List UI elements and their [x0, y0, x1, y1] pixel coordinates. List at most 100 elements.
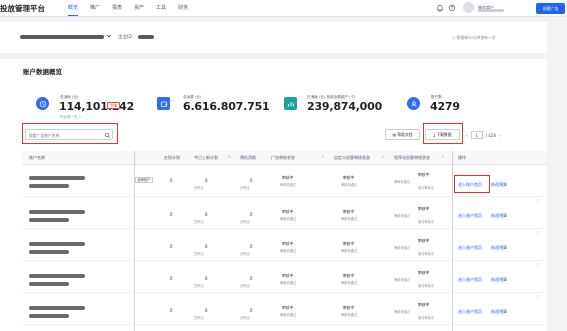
brand-logo-text: 投放管理平台 — [0, 4, 45, 13]
page-current-input[interactable]: 1 — [470, 131, 483, 139]
kpi-spend-badge: 下降 — [107, 102, 120, 109]
account-id-label: 企业ID: — [118, 35, 134, 40]
section-title: 账户数据概览 — [23, 68, 62, 76]
edit-budget-link[interactable]: 修改预算 — [491, 245, 507, 251]
cell-ad-status-sub: 审核未通过 — [280, 183, 296, 187]
cell-estimated-spend-sub: 日环比 — [240, 220, 250, 224]
cell-active-plans: 0 — [170, 308, 173, 313]
col-account-name[interactable]: 账户名称 — [29, 155, 45, 161]
nav-item-report[interactable]: 报表 — [112, 4, 122, 16]
kpi-balance-value: 6.616.807.751 — [183, 100, 270, 113]
cell-custom-status-sub: 审核未通过 — [341, 313, 357, 317]
cell-program-status-sub: 审核未通过 — [394, 246, 410, 250]
edit-budget-link[interactable]: 修改预算 — [491, 309, 507, 315]
info-icon[interactable]: ⓘ — [536, 295, 540, 300]
pagination: ‹ 1 / 428 › — [466, 131, 500, 139]
next-page-icon[interactable]: › — [499, 133, 501, 138]
wallet-icon — [157, 97, 170, 110]
cell-program-status: 审核中 — [418, 238, 430, 243]
account-id-redacted — [29, 218, 69, 222]
help-doc-button[interactable]: ▤ 帮助文档 — [385, 129, 420, 140]
sort-icon[interactable]: ⇅ — [228, 155, 231, 159]
edit-budget-link[interactable]: 修改预算 — [491, 277, 507, 283]
nav-item-assets[interactable]: 资产 — [134, 4, 144, 16]
main-nav: 概览 推广 报表 资产 工具 财务 — [68, 4, 188, 16]
download-highlight-box — [423, 123, 463, 144]
cell-program-status-sub2: 部分审核中 — [418, 284, 434, 288]
account-id-redacted — [29, 184, 69, 188]
nav-item-finance[interactable]: 财务 — [178, 4, 188, 16]
col-ad-review-status[interactable]: 广告审核状态 — [271, 155, 295, 161]
user-icon — [407, 97, 420, 110]
enter-account-link[interactable]: 进入账户首页 — [458, 309, 482, 315]
refresh-note: ◷ 数据每30分钟更新一次 — [452, 35, 496, 41]
cell-estimated-spend: 0 — [250, 212, 253, 217]
cell-estimated-spend: 0 — [250, 308, 253, 313]
filter-icon[interactable]: ▾ — [442, 155, 444, 159]
bell-icon[interactable] — [436, 4, 444, 12]
chevron-down-icon[interactable] — [106, 33, 112, 39]
cell-ad-status-sub: 审核未通过 — [280, 217, 296, 221]
create-ad-button[interactable]: 创建广告 — [536, 3, 565, 14]
cell-ad-status: 审核中 — [282, 175, 294, 180]
cell-active-plans: 0 — [170, 178, 173, 183]
col-custom-creative-review[interactable]: 自定义创意审核状态 — [334, 155, 370, 161]
nav-item-overview[interactable]: 概览 — [68, 4, 79, 16]
nav-item-tools[interactable]: 工具 — [156, 4, 166, 16]
account-tag: 品牌账户 — [135, 177, 153, 183]
cell-active-plans: 0 — [170, 276, 173, 281]
kpi-spend-value: 114,101.142 — [59, 100, 135, 113]
cell-estimated-spend: 0 — [250, 244, 253, 249]
info-icon[interactable]: ⓘ — [536, 199, 540, 204]
cell-custom-status: 审核中 — [343, 241, 355, 246]
account-name-redacted — [29, 274, 85, 278]
enter-account-link[interactable]: 进入账户首页 — [458, 213, 482, 219]
account-name-redacted — [29, 176, 85, 180]
cell-program-status-sub: 审核未通过 — [394, 180, 410, 184]
cell-ad-status-sub: 审核未通过 — [280, 281, 296, 285]
account-id-redacted — [29, 314, 69, 318]
cell-program-status-sub2: 部分审核中 — [418, 220, 434, 224]
col-estimated-spend[interactable]: 预估消耗 — [240, 155, 256, 161]
account-name-redacted — [29, 210, 85, 214]
account-name-redacted[interactable] — [20, 35, 104, 39]
account-id-redacted — [29, 250, 69, 254]
cell-program-status-sub2: 部分审核中 — [418, 252, 434, 256]
cell-ad-status: 审核中 — [282, 209, 294, 214]
cell-custom-status: 审核中 — [343, 209, 355, 214]
cell-active-plans: 0 — [170, 212, 173, 217]
cell-active-plans: 0 — [170, 244, 173, 249]
cell-custom-status: 审核中 — [343, 305, 355, 310]
cell-new-plans: 0 — [205, 276, 208, 281]
avatar[interactable] — [463, 2, 474, 13]
edit-budget-link[interactable]: 修改预算 — [491, 182, 507, 188]
cell-program-status: 审核中 — [418, 302, 430, 307]
edit-budget-link[interactable]: 修改预算 — [491, 213, 507, 219]
cell-ad-status-sub: 审核未通过 — [280, 313, 296, 317]
cell-custom-status: 审核中 — [343, 175, 355, 180]
top-icons — [436, 4, 456, 12]
cell-program-status: 审核中 — [418, 270, 430, 275]
info-icon[interactable]: ⓘ — [536, 263, 540, 268]
cell-new-plans-sub: 日环比 — [194, 316, 204, 320]
col-program-creative-review[interactable]: 程序化创意审核状态 — [394, 155, 430, 161]
cell-program-status-sub: 审核未通过 — [394, 214, 410, 218]
col-active-plans[interactable]: 在投计划 — [164, 155, 180, 161]
col-new-plans[interactable]: 今日上新计划 — [194, 155, 218, 161]
info-icon[interactable]: ⓘ — [536, 231, 540, 236]
help-icon[interactable] — [448, 4, 456, 12]
refresh-text: 数据每30分钟更新一次 — [456, 35, 496, 40]
nav-item-promotion[interactable]: 推广 — [90, 4, 100, 16]
filter-icon[interactable]: ▾ — [382, 155, 384, 159]
prev-page-icon[interactable]: ‹ — [466, 133, 468, 138]
cell-new-plans-sub: 日环比 — [194, 186, 204, 190]
operation-highlight-box — [454, 175, 490, 193]
enter-account-link[interactable]: 进入账户首页 — [458, 277, 482, 283]
cell-program-status: 审核中 — [418, 206, 430, 211]
filter-icon[interactable]: ▾ — [322, 155, 324, 159]
cell-new-plans: 0 — [205, 212, 208, 217]
cell-estimated-spend: 0 — [250, 178, 253, 183]
kpi-accounts-value: 4279 — [430, 100, 460, 113]
cell-program-status-sub2: 部分审核中 — [418, 316, 434, 320]
enter-account-link[interactable]: 进入账户首页 — [458, 245, 482, 251]
